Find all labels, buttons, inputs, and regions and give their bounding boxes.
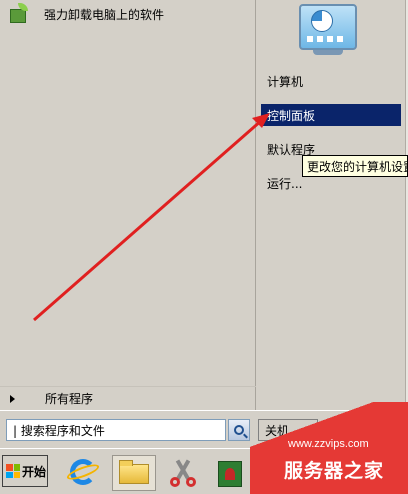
recent-program-label: 强力卸载电脑上的软件 [44, 7, 165, 22]
start-menu-right-pane: 计算机 控制面板 默认程序 运行... [257, 0, 408, 410]
start-button[interactable]: 开始 [2, 455, 48, 487]
windows-logo-icon [6, 464, 20, 478]
menu-item-control-panel[interactable]: 控制面板 [261, 104, 401, 126]
recent-program-item[interactable]: 强力卸载电脑上的软件 [8, 2, 164, 26]
taskbar: 开始 [0, 448, 408, 494]
search-row: 关机 [0, 410, 408, 448]
all-programs-item[interactable]: 所有程序 [0, 386, 256, 410]
snipping-tool-icon[interactable] [166, 457, 200, 489]
control-panel-tooltip: 更改您的计算机设置 [302, 155, 408, 177]
uninstaller-app-icon [8, 3, 30, 25]
start-menu-left-pane: 强力卸载电脑上的软件 所有程序 [0, 0, 256, 410]
search-icon [234, 425, 244, 435]
all-programs-label: 所有程序 [45, 392, 94, 406]
solitaire-game-icon[interactable] [214, 457, 248, 489]
windows-explorer-icon[interactable] [112, 455, 156, 491]
user-picture[interactable] [297, 0, 359, 56]
start-button-label: 开始 [22, 464, 47, 479]
search-button[interactable] [228, 419, 250, 441]
triangle-right-icon [10, 394, 15, 403]
shutdown-button[interactable]: 关机 [258, 419, 318, 441]
internet-explorer-icon[interactable] [65, 457, 101, 489]
search-input[interactable] [6, 419, 226, 441]
menu-item-computer[interactable]: 计算机 [261, 70, 401, 92]
